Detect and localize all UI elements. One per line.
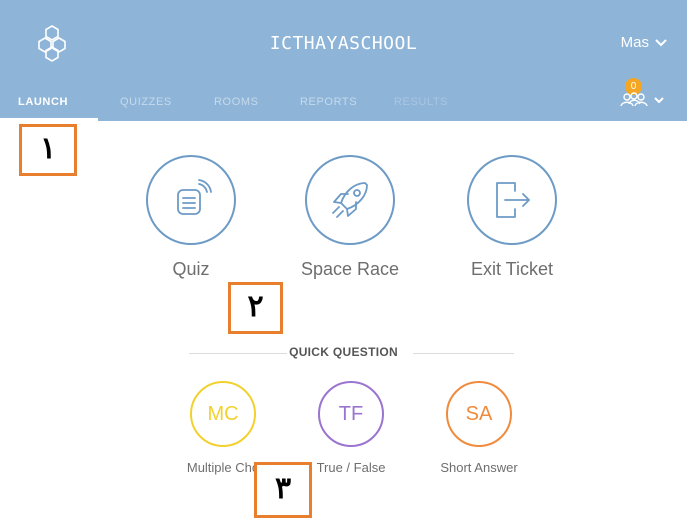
sa-label: Short Answer bbox=[440, 460, 518, 475]
top-bar: ICTHAYASCHOOL Mas 0 LAUNCH QUIZZES ROOMS… bbox=[0, 0, 687, 121]
launch-space-race-button[interactable]: Space Race bbox=[290, 155, 410, 280]
short-answer-button[interactable]: SA Short Answer bbox=[419, 381, 539, 475]
exit-ticket-circle bbox=[467, 155, 557, 245]
quiz-icon bbox=[177, 179, 212, 215]
exit-icon bbox=[496, 182, 530, 218]
user-name: Mas bbox=[620, 34, 649, 51]
active-tab-indicator bbox=[0, 118, 98, 121]
space-race-circle bbox=[305, 155, 395, 245]
quiz-label: Quiz bbox=[172, 259, 210, 279]
tab-results[interactable]: RESULTS bbox=[394, 96, 448, 108]
mc-circle: MC bbox=[190, 381, 256, 447]
marker-3: ٣ bbox=[254, 462, 312, 518]
tab-reports[interactable]: REPORTS bbox=[300, 96, 357, 108]
true-false-button[interactable]: TF True / False bbox=[291, 381, 411, 475]
nav-tabs: LAUNCH QUIZZES ROOMS REPORTS RESULTS bbox=[0, 92, 687, 121]
divider-right bbox=[413, 353, 514, 354]
launch-quiz-button[interactable]: Quiz bbox=[131, 155, 251, 280]
marker-1: ١ bbox=[19, 124, 77, 176]
marker-2: ٢ bbox=[228, 282, 283, 334]
exit-ticket-label: Exit Ticket bbox=[470, 259, 554, 279]
chevron-down-icon bbox=[655, 38, 667, 46]
rocket-icon bbox=[332, 182, 368, 218]
quick-question-title: QUICK QUESTION bbox=[289, 345, 398, 359]
tf-circle: TF bbox=[318, 381, 384, 447]
space-race-label: Space Race bbox=[300, 259, 400, 279]
tab-rooms[interactable]: ROOMS bbox=[214, 96, 259, 108]
tab-launch[interactable]: LAUNCH bbox=[18, 96, 68, 108]
tab-quizzes[interactable]: QUIZZES bbox=[120, 96, 172, 108]
school-name: ICTHAYASCHOOL bbox=[269, 33, 418, 54]
sa-circle: SA bbox=[446, 381, 512, 447]
multiple-choice-button[interactable]: MC Multiple Cho bbox=[163, 381, 283, 475]
launch-exit-ticket-button[interactable]: Exit Ticket bbox=[452, 155, 572, 280]
user-menu[interactable]: Mas bbox=[621, 34, 667, 51]
quiz-circle bbox=[146, 155, 236, 245]
